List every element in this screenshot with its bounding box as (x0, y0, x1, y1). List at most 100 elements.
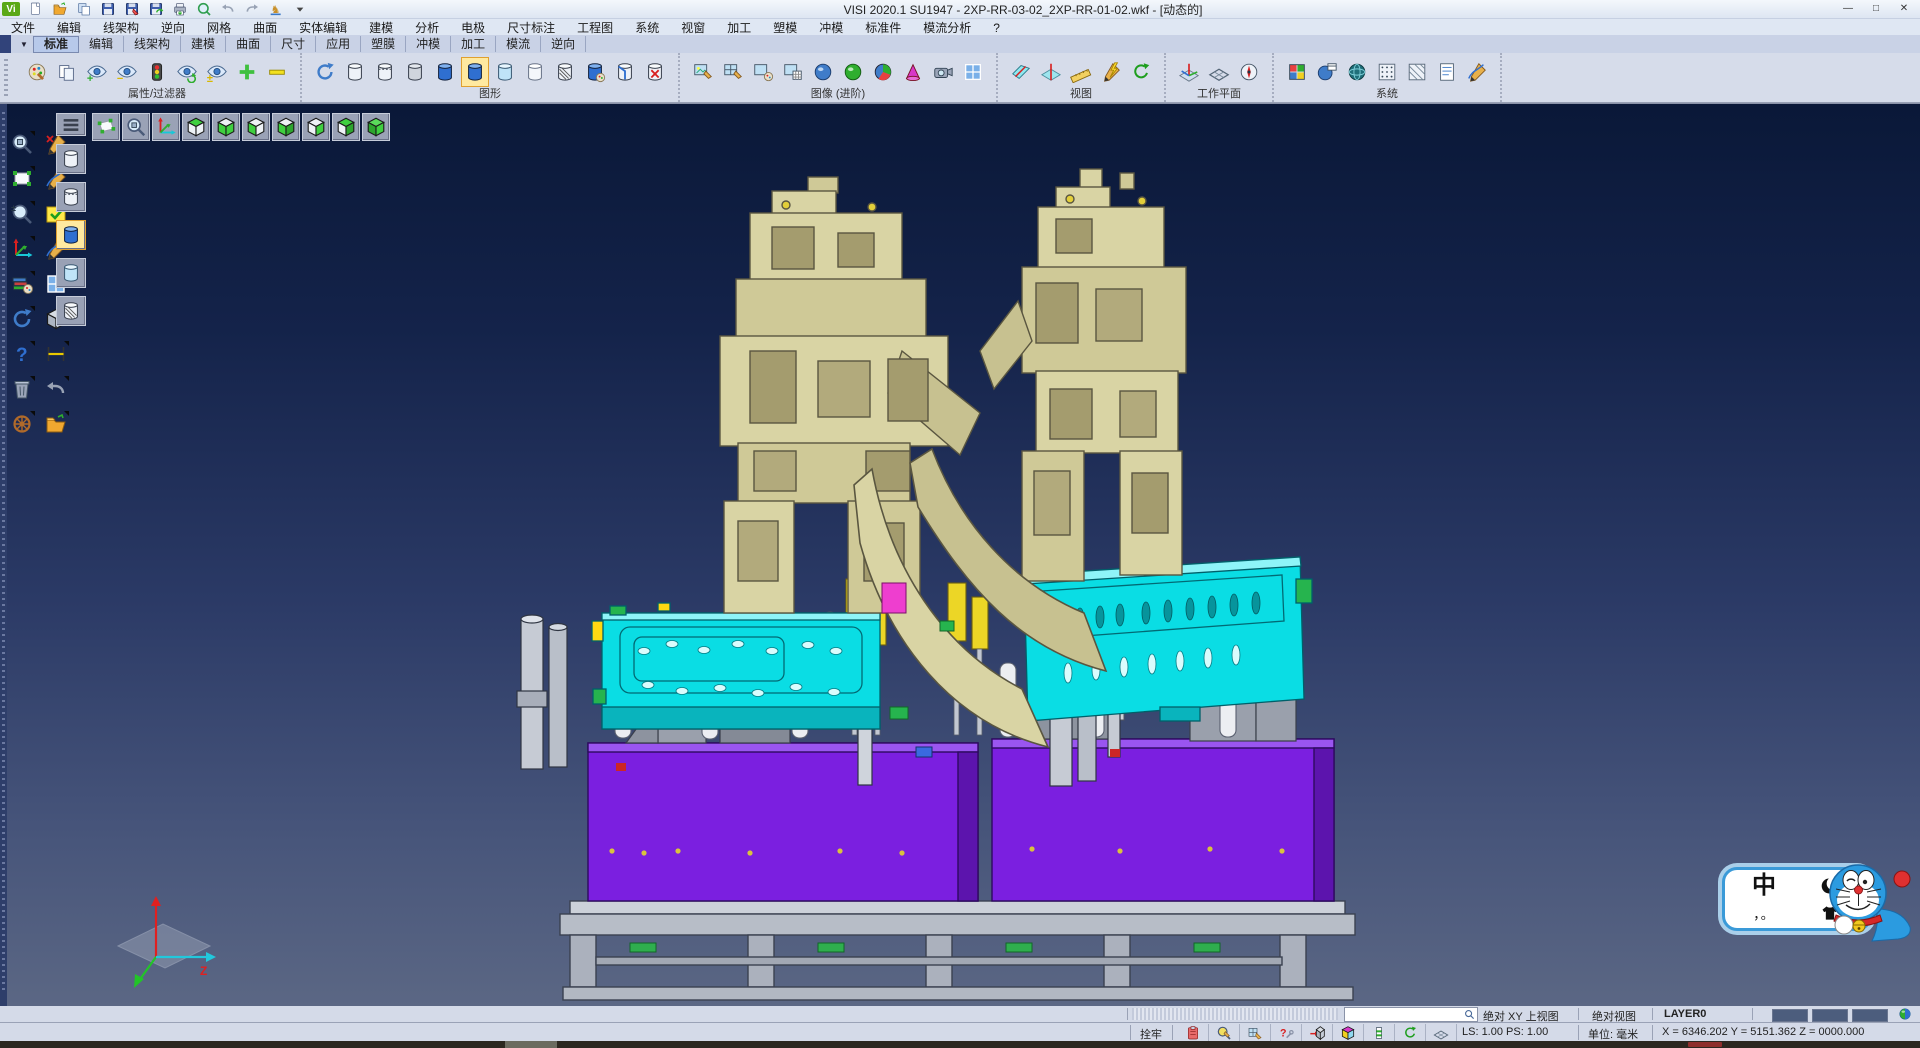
sphere-material-button[interactable] (839, 57, 867, 87)
navigation-wheel-button[interactable] (9, 411, 35, 437)
menu-moldflow[interactable]: 模流分析 (912, 19, 982, 36)
zoom-entity-button[interactable] (9, 131, 35, 157)
query-tool-button[interactable]: ? (1271, 1024, 1302, 1041)
fit-view-button[interactable] (92, 113, 120, 141)
save-button[interactable] (96, 1, 119, 18)
layer-stack-button[interactable] (1364, 1024, 1395, 1041)
print-button[interactable] (168, 1, 191, 18)
tab-standard[interactable]: 标准 (33, 36, 79, 53)
mode-hatched-button[interactable] (56, 296, 86, 326)
save-all-button[interactable] (144, 1, 167, 18)
tab-surface[interactable]: 曲面 (226, 36, 271, 52)
hide-all-button[interactable] (263, 57, 291, 87)
regen-graphics-button[interactable] (311, 57, 339, 87)
clipboard-lock-button[interactable] (1178, 1024, 1209, 1041)
move-origin-button[interactable] (9, 236, 35, 262)
ime-punctuation-button[interactable]: ，。 (1753, 904, 1775, 923)
clip-plane-button[interactable] (1037, 57, 1065, 87)
view-left-button[interactable] (242, 113, 270, 141)
display-shaded-edges-button[interactable] (461, 57, 489, 87)
lock-toggle[interactable]: 拴牢 (1140, 1026, 1162, 1042)
tab-wireframe[interactable]: 线架构 (124, 36, 181, 52)
menu-analysis[interactable]: 分析 (404, 19, 450, 36)
zoom-dynamic-button[interactable]: ± (9, 201, 35, 227)
view-right-button[interactable] (302, 113, 330, 141)
layer-color-swatch[interactable] (1852, 1009, 1888, 1022)
axes-view-button[interactable] (152, 113, 180, 141)
tab-dimension[interactable]: 尺寸 (271, 36, 316, 52)
ime-mode-button[interactable]: 中 (1752, 875, 1776, 897)
menu-dimension[interactable]: 尺寸标注 (496, 19, 566, 36)
clip-section-button[interactable] (1007, 57, 1035, 87)
menu-reverse[interactable]: 逆向 (150, 19, 196, 36)
maximize-button[interactable]: □ (1862, 0, 1890, 17)
zoom-profile-button[interactable] (1209, 1024, 1240, 1041)
view-bottom-button[interactable] (212, 113, 240, 141)
tab-application[interactable]: 应用 (316, 36, 361, 52)
delete-entities-button[interactable] (9, 376, 35, 402)
display-off-button[interactable] (641, 57, 669, 87)
mode-transparent-button[interactable] (56, 258, 86, 288)
tab-moldflow[interactable]: 模流 (496, 36, 541, 52)
menu-electrode[interactable]: 电极 (450, 19, 496, 36)
image-material-button[interactable] (749, 57, 777, 87)
sphere-shaded-button[interactable] (809, 57, 837, 87)
open-document-button[interactable] (43, 411, 69, 437)
menu-standard-parts[interactable]: 标准件 (854, 19, 912, 36)
tabbar-dropdown-button[interactable]: ▼ (15, 40, 33, 49)
scale-status[interactable]: LS: 1.00 PS: 1.00 (1462, 1026, 1548, 1038)
rotate-view-button[interactable] (1395, 1024, 1426, 1041)
display-shaded-button[interactable] (431, 57, 459, 87)
workplane-grid-button[interactable] (1205, 57, 1233, 87)
tab-film[interactable]: 塑膜 (361, 36, 406, 52)
undo-button[interactable] (216, 1, 239, 18)
help-query-button[interactable]: ? (9, 341, 35, 367)
minimize-button[interactable]: — (1834, 0, 1862, 17)
entity-properties-button[interactable] (23, 57, 51, 87)
show-add-button[interactable]: + (83, 57, 111, 87)
display-wireframe-button[interactable] (341, 57, 369, 87)
image-filter-button[interactable] (719, 57, 747, 87)
menu-mold[interactable]: 塑模 (762, 19, 808, 36)
render-quality-button[interactable] (1898, 1007, 1912, 1021)
ui-colors-button[interactable] (1283, 57, 1311, 87)
display-render-settings-button[interactable] (581, 57, 609, 87)
viewport-3d[interactable]: ±? (0, 103, 1920, 1006)
grid-display-button[interactable] (1403, 57, 1431, 87)
refresh-view-button[interactable] (1127, 57, 1155, 87)
grid-snap-button[interactable] (1373, 57, 1401, 87)
redo-button[interactable] (240, 1, 263, 18)
copy-properties-button[interactable] (53, 57, 81, 87)
display-hidden-dashed-button[interactable] (371, 57, 399, 87)
workplane-box-button[interactable] (1333, 1024, 1364, 1041)
preview-button[interactable] (192, 1, 215, 18)
menu-machining[interactable]: 加工 (716, 19, 762, 36)
session-notes-button[interactable] (1433, 57, 1461, 87)
mode-wireframe-button[interactable] (56, 144, 86, 174)
tab-modeling[interactable]: 建模 (181, 36, 226, 52)
close-button[interactable]: ✕ (1890, 0, 1918, 17)
view-top-button[interactable] (182, 113, 210, 141)
move-to-workplane-button[interactable] (1302, 1024, 1333, 1041)
menu-edit[interactable]: 编辑 (46, 19, 92, 36)
menu-system[interactable]: 系统 (624, 19, 670, 36)
display-hatched-button[interactable] (551, 57, 579, 87)
camera-view-button[interactable] (929, 57, 957, 87)
view-front-button[interactable] (272, 113, 300, 141)
save-as-button[interactable] (120, 1, 143, 18)
image-texture-button[interactable] (779, 57, 807, 87)
menu-die[interactable]: 冲模 (808, 19, 854, 36)
system-globe-button[interactable] (1343, 57, 1371, 87)
plane-snap-button[interactable] (1426, 1024, 1457, 1041)
display-menu-button[interactable] (56, 113, 86, 136)
display-hidden-button[interactable] (401, 57, 429, 87)
sphere-rendered-button[interactable] (869, 57, 897, 87)
image-edit-button[interactable] (689, 57, 717, 87)
tab-edit[interactable]: 编辑 (79, 36, 124, 52)
menu-drafting[interactable]: 工程图 (566, 19, 624, 36)
insert-file-button[interactable] (72, 1, 95, 18)
view-iso-button[interactable] (362, 113, 390, 141)
display-section-button[interactable] (611, 57, 639, 87)
new-file-button[interactable] (24, 1, 47, 18)
layer-color-swatch[interactable] (1772, 1009, 1808, 1022)
